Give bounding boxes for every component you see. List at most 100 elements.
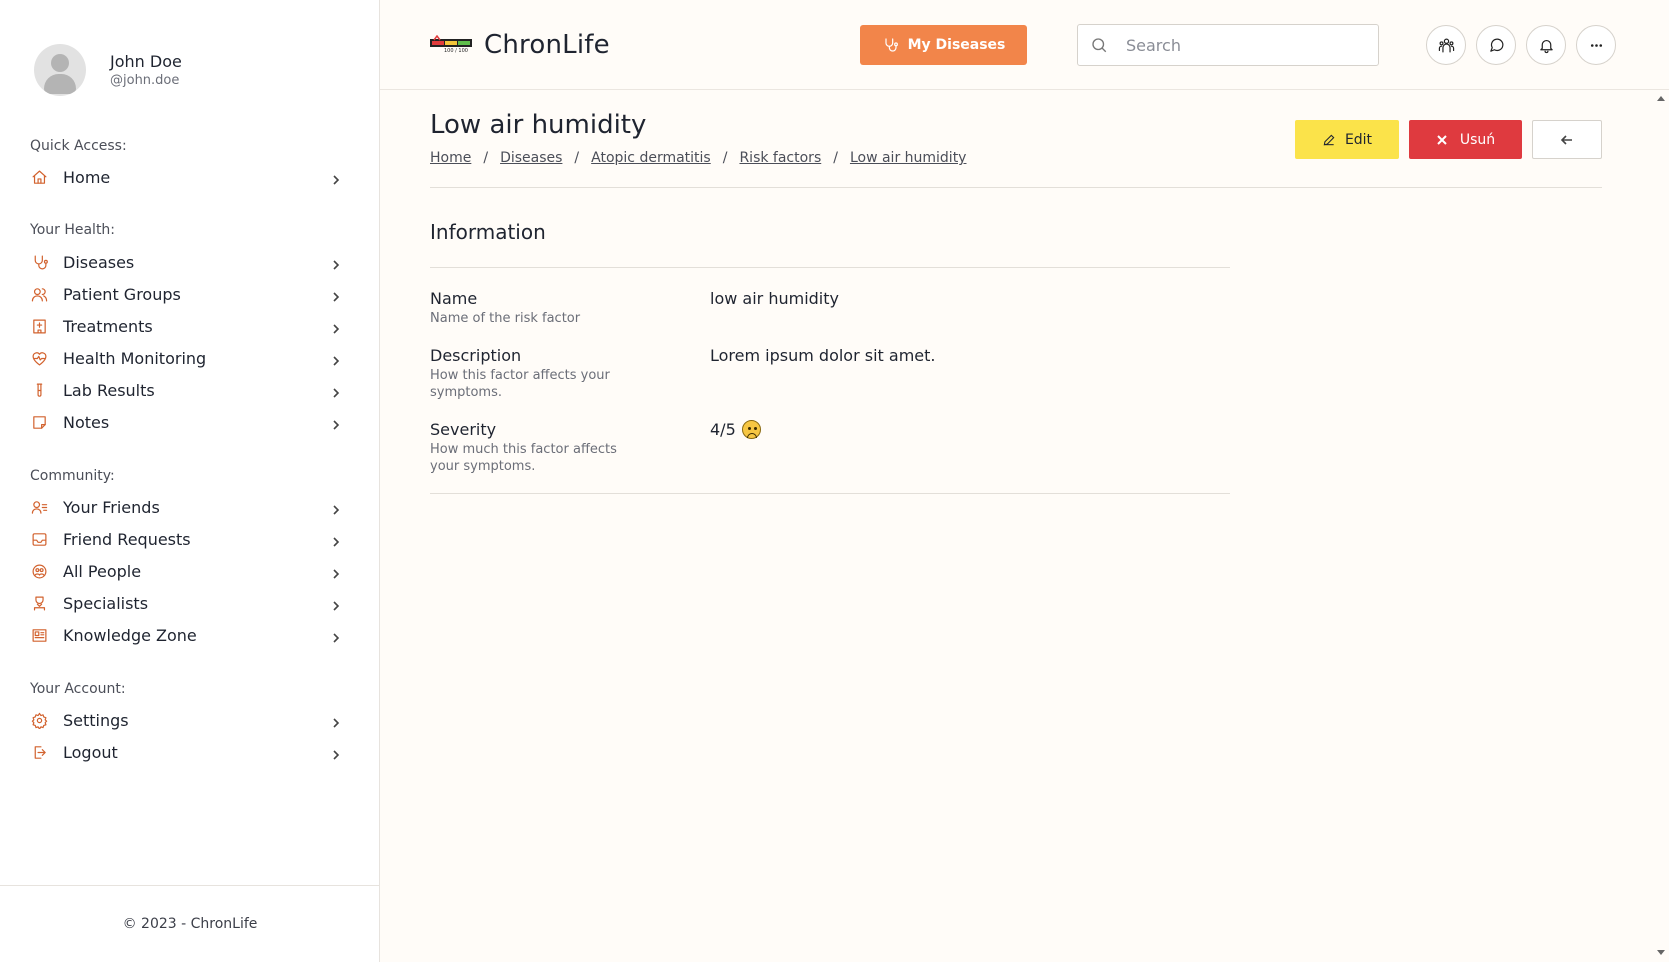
sidebar-item-label: Notes [63, 412, 110, 432]
sidebar-item-health-monitoring[interactable]: Health Monitoring [30, 345, 342, 371]
search-icon [1092, 38, 1107, 53]
user-profile[interactable]: John Doe @john.doe [34, 44, 182, 96]
chevron-right-icon [330, 171, 342, 185]
field-value: low air humidity [710, 289, 839, 308]
field-name: Name Name of the risk factor low air hum… [430, 289, 1230, 327]
top-header: 100 / 100 ChronLife My Diseases [380, 0, 1669, 90]
field-help: How much this factor affects your sympto… [430, 442, 617, 474]
sidebar-item-label: Diseases [63, 252, 135, 272]
sidebar-item-label: Health Monitoring [63, 348, 207, 368]
sidebar-item-label: Patient Groups [63, 284, 181, 304]
info-divider [430, 267, 1230, 268]
breadcrumb: Home / Diseases / Atopic dermatitis / Ri… [430, 150, 966, 166]
people-group-icon [1438, 38, 1454, 52]
sidebar-item-settings[interactable]: Settings [30, 707, 342, 733]
chevron-right-icon [330, 714, 342, 728]
chevron-right-icon [330, 288, 342, 302]
information-heading: Information [430, 220, 546, 244]
chevron-right-icon [330, 256, 342, 270]
edit-label: Edit [1344, 131, 1373, 148]
pencil-icon [1323, 134, 1335, 145]
more-dots-icon [1590, 43, 1602, 47]
field-help: How this factor affects your symptoms. [430, 368, 610, 400]
chevron-right-icon [330, 352, 342, 366]
app-logo[interactable]: 100 / 100 ChronLife [430, 30, 610, 60]
field-value: Lorem ipsum dolor sit amet. [710, 346, 936, 365]
sidebar-item-home[interactable]: Home [30, 164, 342, 190]
edit-button[interactable]: Edit [1295, 120, 1399, 159]
sidebar-item-label: Friend Requests [63, 529, 191, 549]
stethoscope-icon [884, 38, 898, 52]
breadcrumb-separator: / [833, 150, 838, 166]
breadcrumb-separator: / [722, 150, 728, 166]
search-input[interactable] [1126, 35, 1356, 55]
scroll-up-arrow-icon[interactable] [1657, 96, 1665, 101]
sidebar-item-patient-groups[interactable]: Patient Groups [30, 281, 342, 307]
user-handle: @john.doe [110, 73, 180, 88]
chevron-right-icon [330, 746, 342, 760]
sidebar-item-notes[interactable]: Notes [30, 409, 342, 435]
field-description: Description How this factor affects your… [430, 346, 1230, 401]
breadcrumb-home[interactable]: Home [430, 150, 471, 166]
chevron-right-icon [330, 629, 342, 643]
chat-bubble-icon [1489, 38, 1503, 52]
arrow-left-icon [1560, 134, 1572, 145]
logout-icon [30, 743, 48, 761]
breadcrumb-separator: / [483, 150, 489, 166]
app-name: ChronLife [484, 30, 610, 60]
sidebar-item-diseases[interactable]: Diseases [30, 249, 342, 275]
delete-button[interactable]: Usuń [1409, 120, 1522, 159]
sidebar-item-treatments[interactable]: Treatments [30, 313, 342, 339]
notifications-button[interactable] [1526, 25, 1566, 65]
gear-icon [30, 711, 48, 729]
bell-icon [1539, 39, 1553, 53]
sidebar-item-your-friends[interactable]: Your Friends [30, 494, 342, 520]
sidebar-item-label: All People [63, 561, 142, 581]
chevron-right-icon [330, 416, 342, 430]
breadcrumb-atopic-dermatitis[interactable]: Atopic dermatitis [591, 150, 711, 166]
breadcrumb-risk-factors[interactable]: Risk factors [739, 150, 821, 166]
chevron-right-icon [330, 320, 342, 334]
sidebar-item-label: Logout [63, 742, 118, 762]
sidebar-item-label: Lab Results [63, 380, 155, 400]
page-title: Low air humidity [430, 110, 647, 140]
avatar [34, 44, 86, 96]
chevron-right-icon [330, 384, 342, 398]
my-diseases-button[interactable]: My Diseases [860, 25, 1027, 65]
chevron-right-icon [330, 501, 342, 515]
globe-people-icon [30, 562, 48, 580]
sidebar-footer: © 2023 - ChronLife [0, 885, 380, 962]
sidebar-item-knowledge-zone[interactable]: Knowledge Zone [30, 622, 342, 648]
user-name: John Doe [110, 52, 182, 71]
breadcrumb-diseases[interactable]: Diseases [500, 150, 562, 166]
back-button[interactable] [1532, 120, 1602, 159]
sidebar-item-all-people[interactable]: All People [30, 558, 342, 584]
breadcrumb-current[interactable]: Low air humidity [850, 150, 967, 166]
search-box [1077, 24, 1379, 66]
more-options-button[interactable] [1576, 25, 1616, 65]
doctor-icon [30, 594, 48, 612]
chevron-right-icon [330, 565, 342, 579]
chevron-right-icon [330, 533, 342, 547]
header-divider [430, 187, 1602, 188]
field-label: Severity [430, 420, 497, 439]
user-list-icon [30, 498, 48, 516]
test-tube-icon [30, 381, 48, 399]
close-icon [1437, 134, 1447, 145]
groups-button[interactable] [1426, 25, 1466, 65]
messages-button[interactable] [1476, 25, 1516, 65]
sidebar-item-label: Home [63, 167, 111, 187]
scroll-down-arrow-icon[interactable] [1657, 950, 1665, 955]
section-label-community: Community: [30, 468, 115, 484]
section-label-quick-access: Quick Access: [30, 138, 127, 154]
sidebar-item-label: Settings [63, 710, 129, 730]
newspaper-icon [30, 626, 48, 644]
logo-caption: 100 / 100 [444, 48, 468, 54]
sidebar-item-specialists[interactable]: Specialists [30, 590, 342, 616]
sidebar-item-logout[interactable]: Logout [30, 739, 342, 765]
sidebar-item-lab-results[interactable]: Lab Results [30, 377, 342, 403]
sidebar-item-friend-requests[interactable]: Friend Requests [30, 526, 342, 552]
info-bottom-divider [430, 493, 1230, 494]
scrollbar[interactable] [1652, 90, 1669, 962]
field-severity: Severity How much this factor affects yo… [430, 420, 1230, 475]
